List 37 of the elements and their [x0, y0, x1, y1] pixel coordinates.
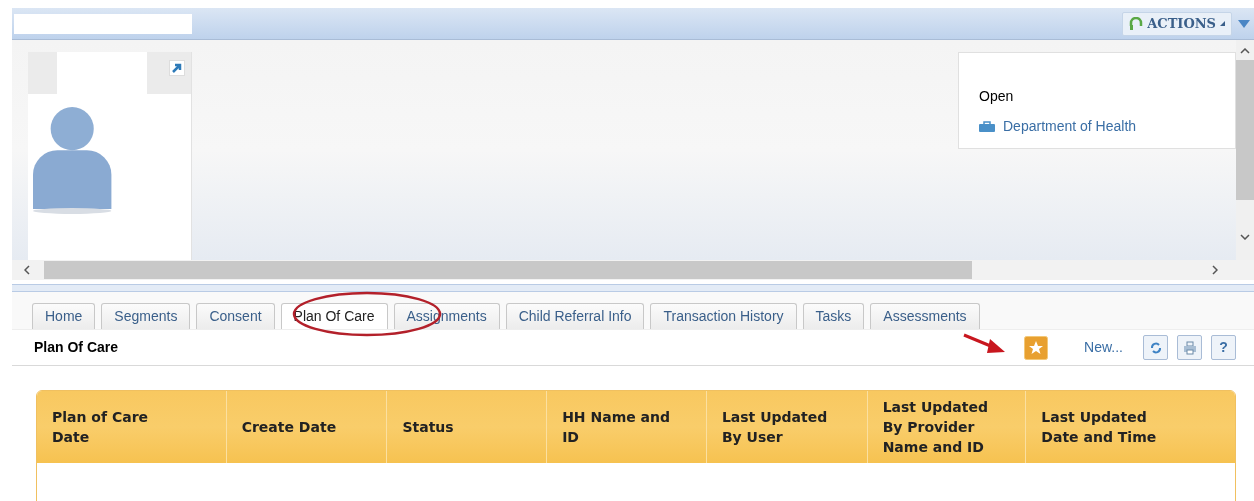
tab[interactable]: Tasks	[802, 303, 865, 329]
print-button[interactable]	[1177, 335, 1202, 360]
column-header: Plan of Care Date	[52, 408, 150, 447]
scroll-down-icon[interactable]	[1240, 234, 1250, 240]
column-header: Status	[402, 418, 454, 437]
panel-title: Plan Of Care	[34, 338, 119, 357]
status-text: Open	[979, 87, 1015, 105]
refresh-button[interactable]	[1143, 335, 1168, 360]
vertical-scrollbar[interactable]	[1236, 40, 1254, 260]
scroll-up-icon[interactable]	[1240, 48, 1250, 54]
annotation-arrow	[963, 333, 1005, 355]
tab[interactable]: Home	[32, 303, 96, 329]
scroll-thumb[interactable]	[44, 261, 972, 279]
scroll-left-icon[interactable]	[24, 265, 30, 275]
printer-icon	[1182, 340, 1197, 355]
refresh-icon	[1148, 340, 1163, 355]
tab[interactable]: Assessments	[870, 303, 980, 329]
tab[interactable]: Transaction History	[650, 303, 797, 329]
department-link[interactable]: Department of Health	[979, 117, 1137, 135]
dropdown-icon[interactable]	[1238, 19, 1250, 28]
expand-arrow-icon[interactable]	[169, 60, 185, 76]
corner-icon	[1220, 21, 1225, 26]
scroll-right-icon[interactable]	[1212, 265, 1218, 275]
column-header: Last Updated By Provider Name and ID	[882, 398, 989, 457]
column-header: Last Updated Date and Time	[1041, 408, 1158, 447]
actions-button[interactable]: ACTIONS	[1122, 11, 1232, 36]
column-header: Last Updated By User	[721, 408, 829, 447]
tab[interactable]: Consent	[196, 303, 275, 329]
scroll-thumb[interactable]	[1236, 60, 1254, 200]
horizontal-scrollbar[interactable]	[12, 260, 1254, 280]
briefcase-icon	[979, 120, 995, 132]
new-button[interactable]: New...	[1024, 335, 1123, 360]
tab[interactable]: Child Referral Info	[505, 303, 645, 329]
tab[interactable]: Segments	[101, 303, 191, 329]
help-button[interactable]: ?	[1211, 335, 1236, 360]
column-header: HH Name and ID	[562, 408, 672, 447]
column-header: Create Date	[241, 418, 337, 437]
